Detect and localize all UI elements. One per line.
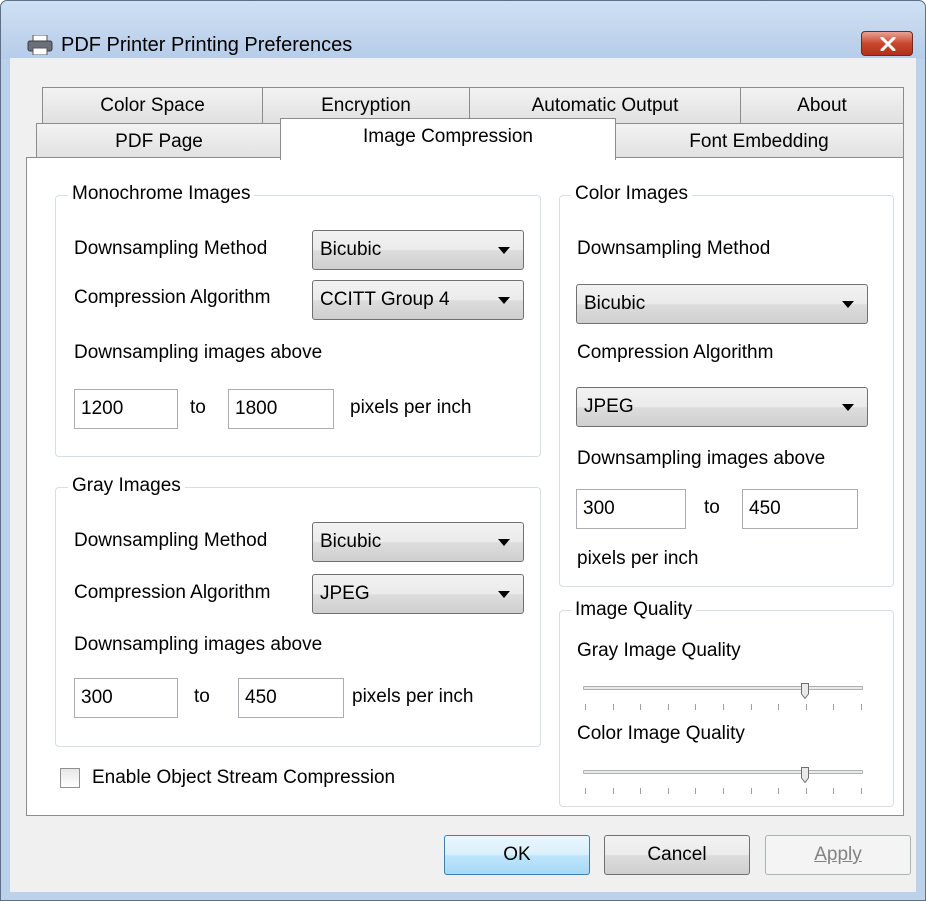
slider-tick [668, 788, 669, 794]
slider-tick [723, 704, 724, 710]
slider-tick [751, 788, 752, 794]
tab-font-embedding[interactable]: Font Embedding [614, 123, 904, 160]
slider-tick [751, 704, 752, 710]
ok-button[interactable]: OK [444, 835, 590, 875]
mono-downsampling-method-value: Bicubic [320, 239, 382, 260]
gray-downsampling-above-label: Downsampling images above [74, 634, 323, 655]
slider-track [583, 686, 863, 690]
slider-tick [833, 704, 834, 710]
slider-tick [640, 788, 641, 794]
mono-compression-label: Compression Algorithm [74, 287, 271, 308]
slider-tick [668, 704, 669, 710]
mono-to-value: 1800 [235, 398, 278, 419]
close-button[interactable] [861, 31, 913, 56]
slider-tick [640, 704, 641, 710]
gray-to-input[interactable]: 450 [238, 678, 344, 718]
object-stream-label[interactable]: Enable Object Stream Compression [92, 767, 395, 789]
mono-compression-value: CCITT Group 4 [320, 289, 450, 310]
object-stream-checkbox[interactable] [60, 768, 80, 788]
mono-downsampling-method-select[interactable]: Bicubic [312, 230, 524, 270]
tab-color-space[interactable]: Color Space [42, 87, 263, 124]
slider-tick [585, 704, 586, 710]
gray-images-title: Gray Images [68, 475, 185, 497]
mono-downsampling-method-label: Downsampling Method [74, 238, 268, 259]
slider-tick [833, 788, 834, 794]
color-from-input[interactable]: 300 [576, 489, 686, 529]
mono-to-input[interactable]: 1800 [228, 389, 334, 429]
slider-tick [613, 788, 614, 794]
gray-compression-label: Compression Algorithm [74, 582, 271, 603]
gray-quality-slider[interactable] [583, 683, 863, 720]
image-quality-title: Image Quality [571, 599, 697, 621]
window-title: PDF Printer Printing Preferences [61, 34, 353, 56]
tab-image-compression[interactable]: Image Compression [280, 118, 616, 160]
slider-tick [806, 788, 807, 794]
gray-from-value: 300 [81, 687, 113, 708]
gray-quality-label: Gray Image Quality [577, 640, 741, 661]
color-quality-slider[interactable] [583, 767, 863, 804]
slider-tick [585, 788, 586, 794]
mono-downsampling-above-label: Downsampling images above [74, 342, 323, 363]
gray-ppi-label: pixels per inch [352, 686, 474, 707]
color-to-label: to [704, 497, 720, 518]
chevron-down-icon [842, 301, 854, 308]
gray-to-label: to [194, 686, 210, 707]
gray-downsampling-method-select[interactable]: Bicubic [312, 522, 524, 562]
color-compression-value: JPEG [584, 396, 634, 417]
cancel-button[interactable]: Cancel [604, 835, 750, 875]
color-ppi-label: pixels per inch [577, 548, 699, 569]
mono-ppi-label: pixels per inch [350, 397, 472, 418]
gray-compression-select[interactable]: JPEG [312, 574, 524, 614]
chevron-down-icon [498, 297, 510, 304]
slider-tick [695, 788, 696, 794]
slider-tick [613, 704, 614, 710]
color-downsampling-above-label: Downsampling images above [577, 448, 826, 469]
color-quality-label: Color Image Quality [577, 723, 745, 744]
color-compression-select[interactable]: JPEG [576, 387, 868, 427]
apply-button-label: Apply [814, 844, 862, 865]
color-downsampling-method-select[interactable]: Bicubic [576, 284, 868, 324]
apply-button[interactable]: Apply [765, 835, 911, 875]
mono-to-label: to [190, 397, 206, 418]
tab-about[interactable]: About [740, 87, 904, 124]
gray-from-input[interactable]: 300 [74, 678, 178, 718]
gray-to-value: 450 [245, 687, 277, 708]
chevron-down-icon [498, 539, 510, 546]
color-images-title: Color Images [571, 183, 692, 205]
slider-tick [778, 788, 779, 794]
slider-tick [861, 704, 862, 710]
mono-from-value: 1200 [81, 398, 124, 419]
gray-downsampling-method-value: Bicubic [320, 531, 382, 552]
slider-track [583, 770, 863, 774]
slider-tick [695, 704, 696, 710]
tab-pdf-page[interactable]: PDF Page [36, 123, 282, 160]
gray-downsampling-method-label: Downsampling Method [74, 530, 268, 551]
mono-compression-select[interactable]: CCITT Group 4 [312, 280, 524, 320]
close-icon [880, 37, 896, 51]
color-to-value: 450 [749, 498, 781, 519]
color-compression-label: Compression Algorithm [577, 342, 774, 363]
slider-thumb[interactable] [801, 767, 809, 783]
color-from-value: 300 [583, 498, 615, 519]
chevron-down-icon [498, 591, 510, 598]
slider-tick [806, 704, 807, 710]
slider-thumb[interactable] [801, 683, 809, 699]
gray-compression-value: JPEG [320, 583, 370, 604]
title-bar[interactable]: PDF Printer Printing Preferences [1, 1, 925, 59]
slider-tick [861, 788, 862, 794]
monochrome-images-title: Monochrome Images [68, 183, 255, 205]
mono-from-input[interactable]: 1200 [74, 389, 178, 429]
slider-tick [778, 704, 779, 710]
color-downsampling-method-value: Bicubic [584, 293, 646, 314]
color-downsampling-method-label: Downsampling Method [577, 238, 771, 259]
color-to-input[interactable]: 450 [742, 489, 858, 529]
chevron-down-icon [842, 404, 854, 411]
chevron-down-icon [498, 247, 510, 254]
slider-tick [723, 788, 724, 794]
printer-icon [27, 35, 53, 55]
